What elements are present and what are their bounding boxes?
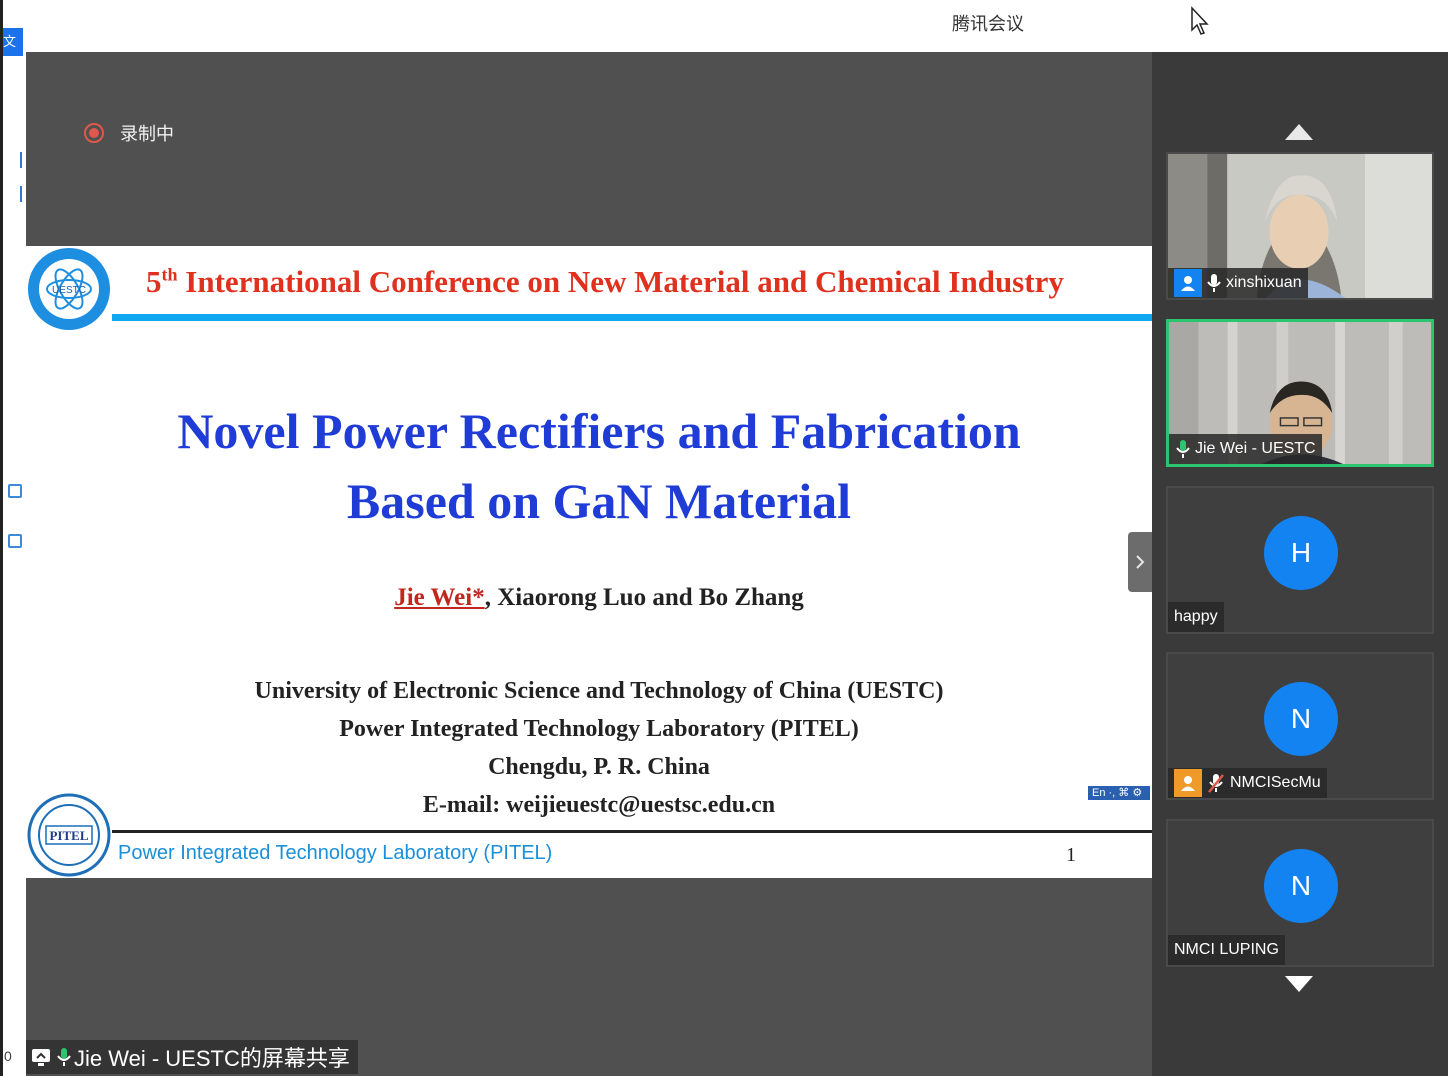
desktop-file-icon[interactable]: 文件 — [3, 28, 23, 56]
slide-authors: Jie Wei*, Xiaorong Luo and Bo Zhang — [26, 584, 1172, 612]
collapse-panel-button[interactable] — [1128, 532, 1152, 592]
window-title: 腾讯会议 — [952, 14, 1024, 34]
screen-share-icon — [32, 1049, 50, 1066]
cohost-badge-icon — [1174, 769, 1202, 797]
chevron-right-icon — [1136, 555, 1145, 569]
pitel-logo: PITEL — [27, 793, 111, 877]
slide-title: Novel Power Rectifiers and Fabrication B… — [26, 396, 1172, 536]
pitel-logo-text: PITEL — [49, 828, 88, 843]
uestc-logo: UESTC — [28, 248, 110, 330]
affiliation-university: University of Electronic Science and Tec… — [254, 678, 944, 704]
desktop-tick-icon — [20, 152, 22, 168]
avatar: H — [1264, 516, 1338, 590]
participant-tile-xinshixuan[interactable]: xinshixuan — [1166, 152, 1434, 300]
participant-name-tag: xinshixuan — [1168, 268, 1308, 298]
slide-title-line-2: Based on GaN Material — [346, 473, 852, 529]
host-badge-icon — [1174, 269, 1202, 297]
speaking-mic-icon — [57, 1048, 71, 1066]
participant-tile-nmci-luping[interactable]: N NMCI LUPING — [1166, 819, 1434, 967]
affiliation-lab: Power Integrated Technology Laboratory (… — [339, 716, 859, 742]
mouse-cursor-icon — [1191, 6, 1209, 35]
presentation-slide: UESTC 5th International Conference on Ne… — [26, 246, 1152, 878]
affiliation-email: E-mail: weijieuestc@uestsc.edu.cn — [422, 792, 776, 818]
desktop-window-icon[interactable] — [8, 534, 22, 548]
desktop-left-strip: 文件 0 — [0, 0, 26, 1076]
footer-rule — [112, 830, 1152, 833]
participant-name-tag: happy — [1168, 602, 1224, 632]
desktop-tick-icon — [20, 186, 22, 202]
participant-name: NMCI LUPING — [1174, 941, 1279, 958]
participant-tile-nmcisecmu[interactable]: N NMCISecMu — [1166, 652, 1434, 800]
participant-name: xinshixuan — [1226, 274, 1302, 291]
ime-toolbar[interactable]: En ·, ⌘ ⚙ — [1088, 786, 1150, 800]
recording-label: 录制中 — [120, 124, 174, 144]
screen-share-stage: 录制中 UESTC 5th International Conference o… — [26, 52, 1152, 1076]
header-rule — [112, 314, 1152, 321]
mic-icon — [1207, 274, 1221, 292]
slide-affiliation: University of Electronic Science and Tec… — [26, 672, 1172, 824]
affiliation-city: Chengdu, P. R. China — [488, 754, 710, 780]
main-author: Jie Wei* — [394, 584, 485, 611]
slide-page-number: 1 — [1066, 844, 1076, 866]
mic-muted-icon — [1208, 774, 1224, 793]
panel-right-edge — [1448, 52, 1454, 1076]
desktop-monitor-icon[interactable] — [8, 484, 22, 498]
uestc-logo-text: UESTC — [52, 285, 86, 296]
scroll-up-icon[interactable] — [1285, 124, 1313, 140]
avatar: N — [1264, 682, 1338, 756]
participant-tile-happy[interactable]: H happy — [1166, 486, 1434, 634]
participant-name: happy — [1174, 608, 1218, 625]
avatar: N — [1264, 849, 1338, 923]
conference-title: 5th International Conference on New Mate… — [146, 264, 1064, 299]
recording-indicator[interactable]: 录制中 — [84, 120, 174, 146]
scroll-down-icon[interactable] — [1285, 976, 1313, 992]
footer-lab-name: Power Integrated Technology Laboratory (… — [118, 842, 553, 864]
participant-panel: xinshixuan Jie Wei - UESTC H happy N NMC… — [1152, 52, 1454, 1076]
desktop-edge — [0, 0, 3, 1076]
title-bar[interactable]: 腾讯会议 — [26, 0, 1454, 52]
slide-title-line-1: Novel Power Rectifiers and Fabrication — [177, 403, 1021, 459]
screen-share-label: Jie Wei - UESTC的屏幕共享 — [26, 1040, 358, 1074]
screen-share-label-text: Jie Wei - UESTC的屏幕共享 — [74, 1046, 350, 1071]
participant-name-tag: NMCI LUPING — [1168, 935, 1285, 965]
participant-name-tag: Jie Wei - UESTC — [1169, 434, 1322, 464]
co-authors: , Xiaorong Luo and Bo Zhang — [484, 584, 804, 611]
participant-tile-jie-wei[interactable]: Jie Wei - UESTC — [1166, 319, 1434, 467]
participant-name-tag: NMCISecMu — [1168, 768, 1327, 798]
participant-name: Jie Wei - UESTC — [1195, 440, 1316, 457]
recording-dot-icon — [84, 123, 104, 143]
participant-name: NMCISecMu — [1230, 774, 1321, 791]
desktop-edge-number: 0 — [4, 1048, 12, 1064]
speaking-mic-icon — [1176, 440, 1190, 458]
